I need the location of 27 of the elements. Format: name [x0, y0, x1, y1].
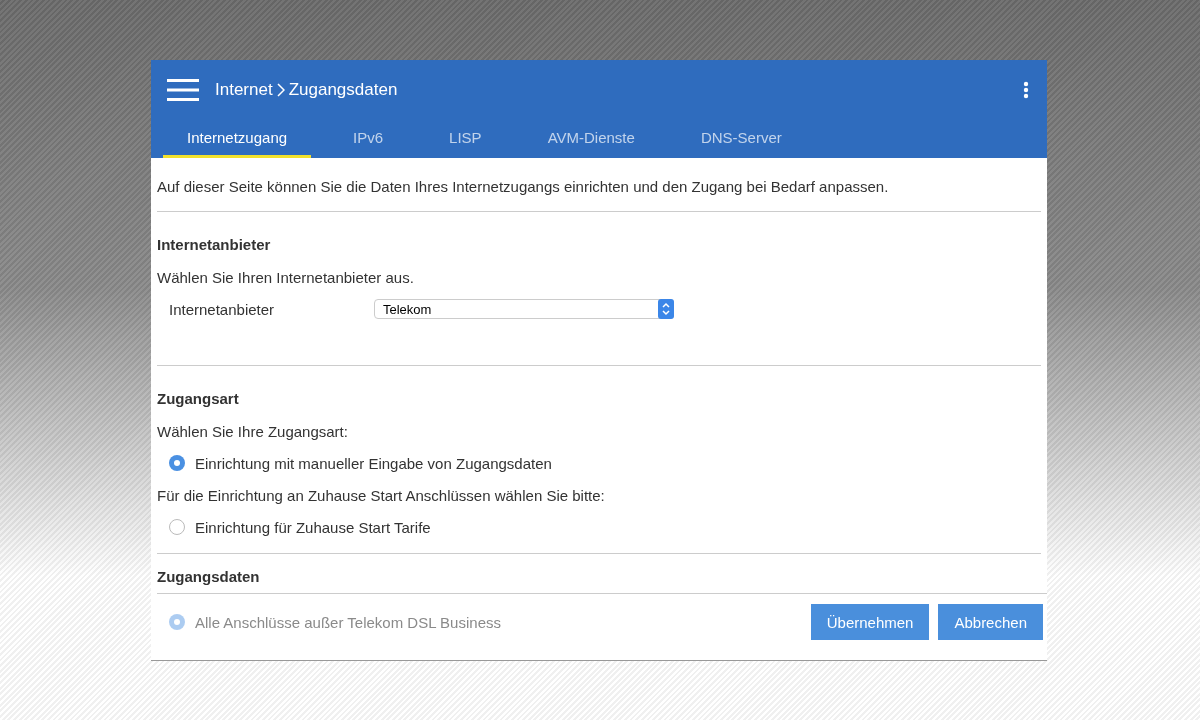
action-button[interactable]: Übernehmen	[810, 604, 930, 640]
menu-icon[interactable]	[167, 79, 199, 101]
radio-label: Einrichtung mit manueller Eingabe von Zugangsdaten	[195, 454, 552, 472]
action-button[interactable]: Abbrechen	[938, 604, 1043, 640]
description-text: Für die Einrichtung an Zuhause Start Anschlüssen wählen Sie bitte:	[157, 486, 605, 504]
radio-button[interactable]	[169, 519, 185, 535]
tab[interactable]: IPv6	[329, 120, 408, 158]
tab[interactable]: AVM-Dienste	[523, 120, 659, 158]
chevron-icon	[276, 83, 285, 97]
breadcrumb-item: Zugangsdaten	[288, 80, 398, 100]
radio-button[interactable]	[169, 455, 185, 471]
section-title: Zugangsdaten	[157, 568, 261, 585]
intro-text: Auf dieser Seite können Sie die Daten Ihres Internetzugangs einrichten und den Zugang bei Bedarf anpassen.	[157, 158, 1041, 212]
tab[interactable]: LISP	[425, 120, 506, 158]
radio-label: Einrichtung für Zuhause Start Tarife	[195, 518, 431, 536]
radio-label: Alle Anschlüsse außer Telekom DSL Business	[195, 613, 501, 631]
field-label: Internetanbieter	[169, 300, 276, 318]
stepper-icon[interactable]	[658, 299, 674, 319]
section-title: Internetanbieter	[157, 236, 272, 253]
description-text: Wählen Sie Ihren Internetanbieter aus.	[157, 268, 414, 286]
description-text: Wählen Sie Ihre Zugangsart:	[157, 422, 348, 440]
tab[interactable]: DNS-Server	[676, 120, 806, 158]
tab[interactable]: Internetzugang	[163, 120, 312, 158]
more-icon[interactable]	[1023, 81, 1029, 99]
provider-dropdown[interactable]: Telekom	[374, 299, 674, 319]
section-title: Zugangsart	[157, 390, 240, 407]
breadcrumb-item[interactable]: Internet	[215, 80, 273, 100]
